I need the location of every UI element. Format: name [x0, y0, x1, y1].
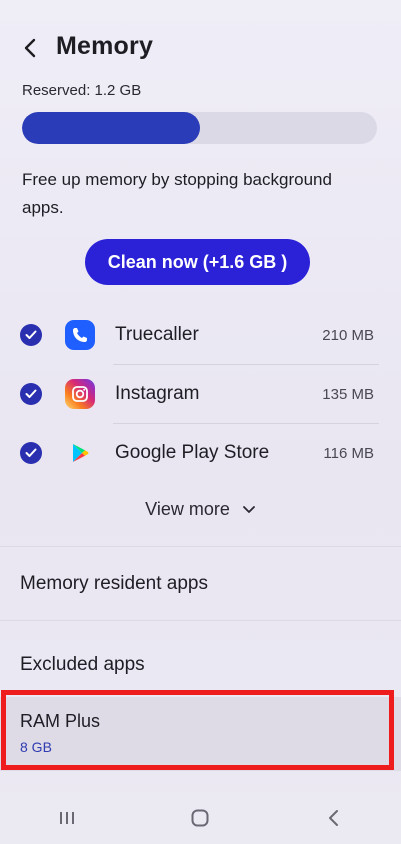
checkbox-checked-icon[interactable] — [20, 442, 42, 464]
ram-plus-value: 8 GB — [20, 739, 52, 755]
app-name: Instagram — [115, 383, 200, 404]
recent-apps-button[interactable] — [37, 798, 97, 838]
section-divider — [0, 620, 401, 621]
memory-usage-fill — [22, 112, 200, 144]
ram-plus-item[interactable]: RAM Plus 8 GB — [0, 697, 401, 771]
home-button[interactable] — [170, 798, 230, 838]
view-more-button[interactable]: View more — [0, 494, 401, 524]
app-size: 210 MB — [322, 327, 374, 344]
checkbox-checked-icon[interactable] — [20, 324, 42, 346]
memory-usage-bar — [22, 112, 377, 144]
app-row-google-play-store[interactable]: Google Play Store 116 MB — [0, 424, 401, 483]
app-size: 116 MB — [323, 445, 374, 462]
nav-back-icon — [329, 810, 339, 826]
header-bar: Memory — [0, 22, 401, 72]
background-app-list: Truecaller 210 MB Instagram 135 MB Googl… — [0, 306, 401, 483]
google-play-store-icon — [65, 438, 95, 468]
checkbox-checked-icon[interactable] — [20, 383, 42, 405]
reserved-memory-label: Reserved: 1.2 GB — [22, 82, 142, 99]
back-button[interactable] — [14, 32, 46, 64]
app-row-instagram[interactable]: Instagram 135 MB — [0, 365, 401, 424]
app-row-truecaller[interactable]: Truecaller 210 MB — [0, 306, 401, 365]
system-navigation-bar — [0, 792, 401, 844]
back-arrow-icon — [24, 38, 36, 58]
chevron-down-icon — [242, 505, 255, 513]
app-name: Google Play Store — [115, 442, 270, 463]
excluded-apps-item[interactable]: Excluded apps — [20, 654, 145, 676]
instagram-icon — [65, 379, 95, 409]
clean-now-button[interactable]: Clean now (+1.6 GB ) — [85, 239, 310, 285]
app-name: Truecaller — [115, 324, 199, 345]
view-more-label: View more — [145, 498, 230, 519]
truecaller-icon — [65, 320, 95, 350]
memory-resident-apps-item[interactable]: Memory resident apps — [20, 573, 208, 595]
section-divider — [0, 546, 401, 547]
nav-back-button[interactable] — [304, 798, 364, 838]
app-size: 135 MB — [322, 386, 374, 403]
memory-description: Free up memory by stopping background ap… — [22, 170, 332, 217]
home-icon — [191, 809, 209, 827]
recent-apps-icon — [59, 812, 74, 824]
ram-plus-title: RAM Plus — [20, 711, 101, 731]
page-title: Memory — [56, 32, 154, 60]
